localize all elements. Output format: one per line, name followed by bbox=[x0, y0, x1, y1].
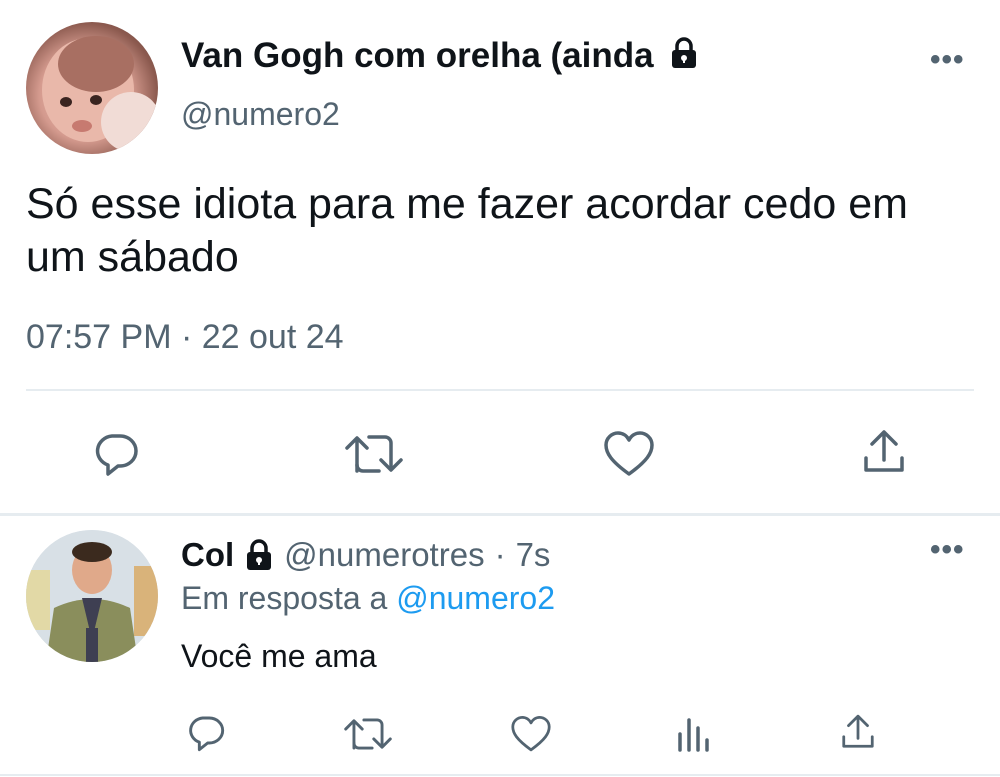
separator: · bbox=[494, 536, 506, 573]
replying-to-link[interactable]: @numero2 bbox=[396, 580, 555, 616]
avatar-image bbox=[42, 36, 158, 152]
tweet-text: Você me ama bbox=[181, 638, 377, 674]
divider bbox=[0, 774, 1000, 776]
more-options-icon[interactable]: ••• bbox=[930, 535, 965, 565]
reply-icon bbox=[95, 434, 138, 476]
share-icon bbox=[864, 430, 904, 472]
divider bbox=[26, 389, 974, 391]
like-icon bbox=[604, 431, 654, 476]
avatar[interactable] bbox=[26, 22, 158, 154]
lock-icon bbox=[672, 37, 697, 68]
reply-icon bbox=[189, 716, 225, 752]
tweet-text: Só esse idiota para me fazer acordar ced… bbox=[26, 180, 908, 281]
display-name[interactable]: Col bbox=[181, 536, 234, 574]
reply-button[interactable] bbox=[90, 428, 142, 480]
like-button[interactable] bbox=[508, 712, 554, 756]
replying-to-label: Em resposta a bbox=[181, 580, 388, 616]
relative-time[interactable]: 7s bbox=[516, 536, 551, 574]
avatar-image bbox=[26, 530, 158, 662]
tweet-timestamp[interactable]: 07:57 PM · 22 out 24 bbox=[26, 318, 344, 357]
handle[interactable]: @numero2 bbox=[181, 96, 340, 133]
reply-button[interactable] bbox=[184, 711, 228, 755]
display-name[interactable]: Van Gogh com orelha (ainda bbox=[181, 36, 699, 76]
like-icon bbox=[511, 715, 551, 752]
retweet-button[interactable] bbox=[342, 712, 394, 756]
divider bbox=[0, 513, 1000, 516]
share-button[interactable] bbox=[836, 710, 880, 754]
retweet-icon bbox=[344, 718, 392, 750]
like-button[interactable] bbox=[602, 428, 656, 480]
reply-header: Col @numerotres · 7s bbox=[181, 536, 550, 574]
display-name-text: Van Gogh com orelha (ainda bbox=[181, 36, 654, 75]
share-icon bbox=[842, 714, 874, 748]
analytics-button[interactable] bbox=[674, 712, 714, 756]
avatar[interactable] bbox=[26, 530, 158, 662]
retweet-icon bbox=[345, 435, 403, 473]
share-button[interactable] bbox=[858, 426, 910, 478]
more-options-icon[interactable]: ••• bbox=[930, 45, 965, 75]
replying-to: Em resposta a @numero2 bbox=[181, 580, 555, 617]
analytics-icon bbox=[678, 718, 709, 752]
retweet-button[interactable] bbox=[344, 428, 404, 480]
handle[interactable]: @numerotres bbox=[284, 536, 484, 574]
lock-icon bbox=[247, 539, 272, 570]
